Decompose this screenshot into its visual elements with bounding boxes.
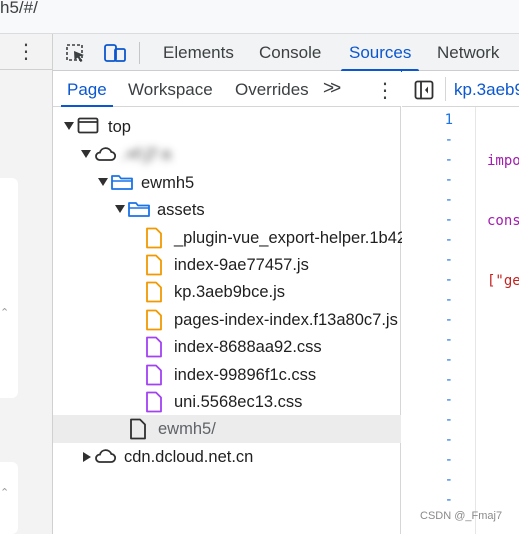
editor-tab-divider — [445, 77, 446, 101]
tree-label-document: ewmh5/ — [158, 420, 216, 438]
editor-file-tab[interactable]: kp.3aeb9 — [454, 71, 519, 106]
line-number: 1 — [444, 112, 453, 128]
tree-file-js[interactable]: kp.3aeb9bce.js — [53, 278, 401, 306]
tab-workspace[interactable]: Workspace — [128, 71, 213, 107]
line-number: - — [444, 252, 453, 268]
expand-arrow-icon[interactable] — [64, 122, 74, 130]
tree-file-label: kp.3aeb9bce.js — [174, 283, 285, 301]
line-number: - — [444, 212, 453, 228]
css-file-icon — [145, 364, 163, 391]
navigator-menu-icon[interactable]: ⋮ — [375, 78, 395, 103]
page-strip-header: ⋮ — [0, 34, 53, 70]
collapsed-arrow-icon[interactable] — [83, 452, 91, 462]
js-file-icon — [145, 309, 163, 336]
tree-label-cdn: cdn.dcloud.net.cn — [124, 448, 254, 466]
tree-item-cdn[interactable]: cdn.dcloud.net.cn — [53, 443, 401, 471]
line-number: - — [444, 452, 453, 468]
code-line: cons — [487, 213, 519, 229]
cloud-icon — [93, 446, 117, 471]
tree-file-label: index-99896f1c.css — [174, 366, 317, 384]
tree-file-css[interactable]: index-8688aa92.css — [53, 333, 401, 361]
tree-file-js[interactable]: _plugin-vue_export-helper.1b42 — [53, 224, 406, 254]
browser-url-bar[interactable]: h5/#/ — [0, 0, 519, 34]
expand-arrow-icon[interactable] — [81, 150, 91, 158]
toggle-navigator-icon[interactable] — [414, 80, 434, 105]
code-content[interactable]: impo cons ["ge — [487, 111, 519, 331]
tab-network[interactable]: Network — [437, 34, 499, 71]
file-tree: top .+f j7 n ewmh5 assets _plugin-vue_ex… — [53, 107, 406, 534]
code-line: ["ge — [487, 273, 519, 289]
css-file-icon — [145, 336, 163, 363]
tree-file-css[interactable]: uni.5568ec13.css — [53, 388, 401, 416]
js-file-icon — [145, 227, 163, 254]
expand-arrow-icon[interactable] — [115, 205, 125, 213]
page-content-strip: ⋮ ⌃ ⌃ — [0, 34, 53, 534]
tree-item-top[interactable]: top — [53, 113, 401, 141]
tree-item-ewmh5[interactable]: ewmh5 — [53, 169, 401, 197]
caret-up-icon: ⌃ — [0, 487, 10, 499]
line-number: - — [444, 232, 453, 248]
line-number: - — [444, 292, 453, 308]
folder-icon — [127, 199, 151, 224]
page-card — [0, 178, 18, 398]
tree-file-label: index-8688aa92.css — [174, 338, 322, 356]
caret-up-icon: ⌃ — [0, 307, 10, 319]
cloud-icon — [93, 144, 117, 169]
frame-icon — [77, 116, 99, 141]
tab-console[interactable]: Console — [259, 34, 321, 71]
line-number: - — [444, 192, 453, 208]
devtools-toolbar: Elements Console Sources Network — [53, 34, 519, 72]
line-number: - — [444, 152, 453, 168]
tab-elements[interactable]: Elements — [163, 34, 234, 71]
inspect-element-icon[interactable] — [65, 43, 87, 63]
line-number: - — [444, 312, 453, 328]
editor-tab-bar: kp.3aeb9 — [402, 71, 519, 107]
tree-label-assets: assets — [157, 201, 205, 219]
watermark-text: CSDN @_Fmaj7 — [420, 510, 503, 522]
css-file-icon — [145, 391, 163, 418]
line-number: - — [444, 172, 453, 188]
code-line: impo — [487, 153, 519, 169]
tree-file-label: _plugin-vue_export-helper.1b42 — [174, 229, 407, 247]
js-file-icon — [145, 254, 163, 281]
tree-file-label: pages-index-index.f13a80c7.js — [174, 311, 398, 329]
folder-icon — [110, 172, 134, 197]
tree-file-js[interactable]: index-9ae77457.js — [53, 251, 401, 279]
line-number: - — [444, 372, 453, 388]
tree-item-document[interactable]: ewmh5/ — [53, 415, 401, 443]
line-number: - — [444, 332, 453, 348]
tree-file-label: index-9ae77457.js — [174, 256, 309, 274]
line-number: - — [444, 412, 453, 428]
expand-arrow-icon[interactable] — [98, 178, 108, 186]
line-number: - — [444, 352, 453, 368]
document-file-icon — [129, 418, 147, 445]
tab-page[interactable]: Page — [61, 71, 113, 108]
line-number: - — [444, 432, 453, 448]
line-number: - — [444, 492, 453, 508]
navigator-tabs: Page Workspace Overrides >> ⋮ — [53, 71, 401, 108]
tree-file-label: uni.5568ec13.css — [174, 393, 303, 411]
tab-overrides[interactable]: Overrides — [235, 71, 309, 107]
line-number-gutter: 1 - - - - - - - - - - - - - - - - - - - — [402, 107, 476, 534]
tree-label-domain: .+f j7 n — [121, 146, 171, 164]
kebab-menu-icon[interactable]: ⋮ — [16, 42, 36, 62]
code-editor[interactable]: 1 - - - - - - - - - - - - - - - - - - - … — [402, 107, 519, 534]
line-number: - — [444, 272, 453, 288]
tree-label-ewmh5: ewmh5 — [141, 174, 195, 192]
tree-item-domain[interactable]: .+f j7 n — [53, 141, 401, 169]
toolbar-divider — [139, 42, 140, 64]
more-tabs-icon[interactable]: >> — [323, 78, 341, 100]
line-number: - — [444, 392, 453, 408]
line-number: - — [444, 472, 453, 488]
url-text[interactable]: h5/#/ — [0, 0, 38, 16]
tree-label-top: top — [108, 118, 131, 136]
tree-file-js[interactable]: pages-index-index.f13a80c7.js — [53, 306, 401, 334]
js-file-icon — [145, 281, 163, 308]
device-toolbar-icon[interactable] — [103, 43, 126, 63]
tree-file-css[interactable]: index-99896f1c.css — [53, 361, 401, 389]
tab-sources[interactable]: Sources — [340, 34, 420, 72]
tree-item-assets[interactable]: assets — [53, 196, 401, 224]
line-number: - — [444, 132, 453, 148]
